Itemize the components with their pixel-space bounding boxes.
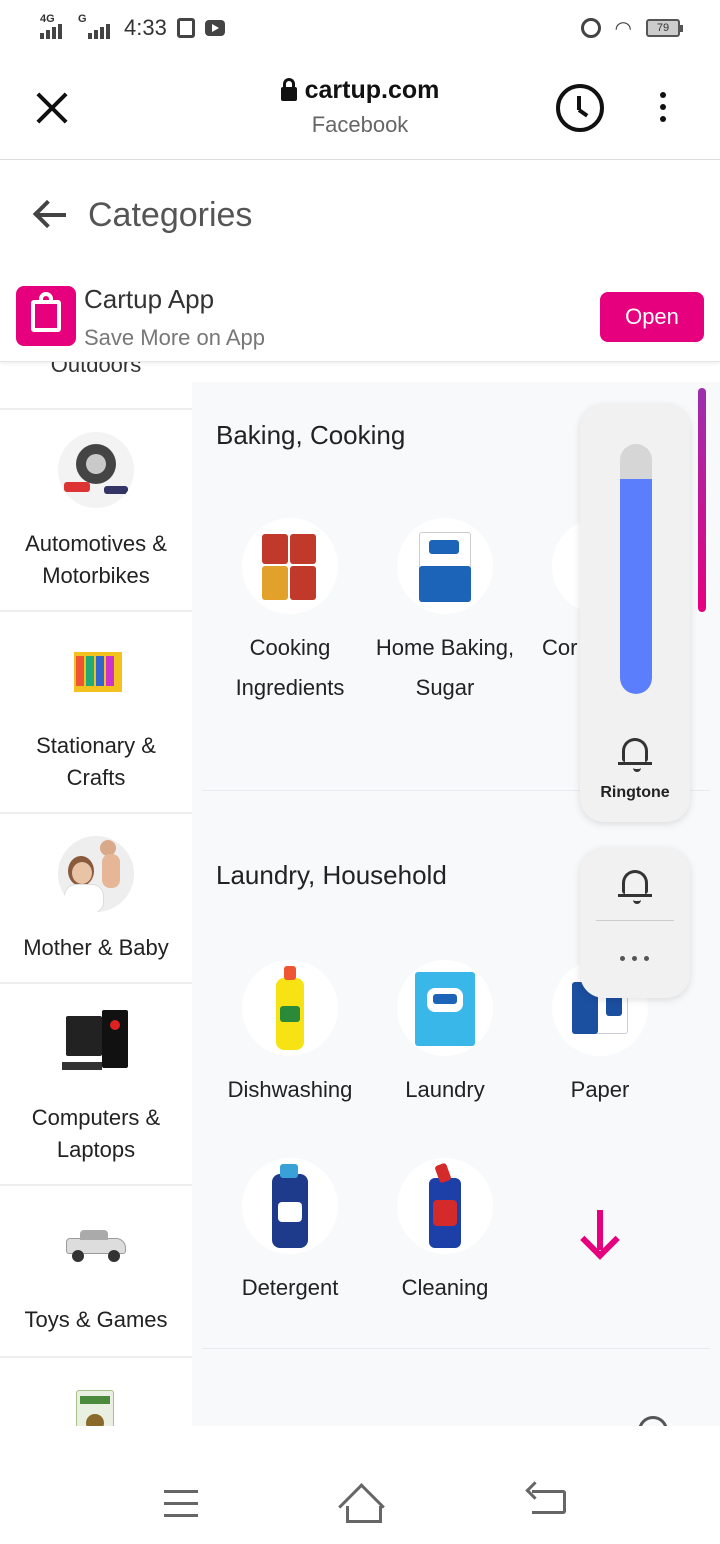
volume-label: Ringtone (600, 784, 670, 801)
mother-baby-icon (58, 836, 134, 912)
car-wheel-icon (58, 432, 134, 508)
product-label: Home Baking, Sugar (375, 635, 515, 700)
ringer-mode-bell-icon[interactable] (618, 870, 652, 904)
volume-panel: Ringtone (580, 404, 690, 822)
url-text: cartup.com (304, 76, 440, 104)
category-item-partial[interactable]: Outdoors (0, 362, 192, 410)
back-icon[interactable] (532, 1490, 566, 1514)
volume-settings-panel (580, 848, 690, 998)
page-header: Categories (0, 160, 720, 270)
signal-icon: 4G (40, 13, 62, 39)
category-item-mother-baby[interactable]: Mother & Baby (0, 814, 192, 984)
signal-icon-2: G (78, 13, 110, 39)
product-detergent[interactable]: Detergent (212, 1158, 368, 1308)
youtube-notification-icon (204, 20, 225, 36)
bell-icon[interactable] (618, 738, 652, 772)
battery-level: 79 (656, 22, 670, 34)
product-label: Laundry (405, 1077, 485, 1102)
partial-icon (638, 1416, 668, 1426)
page-title: Categories (88, 195, 253, 234)
battery-icon: 79 (646, 19, 683, 37)
lock-icon (280, 77, 297, 101)
product-dishwashing[interactable]: Dishwashing (212, 960, 368, 1110)
url-bar[interactable]: cartup.com Facebook (200, 76, 520, 138)
section-title-baking: Baking, Cooking (216, 420, 406, 450)
category-item-toys[interactable]: Toys & Games (0, 1186, 192, 1358)
product-label: Cooking Ingredients (235, 635, 345, 700)
category-item-automotives[interactable]: Automotives & Motorbikes (0, 410, 192, 612)
category-item-computers[interactable]: Computers & Laptops (0, 984, 192, 1186)
sim-icon (176, 18, 195, 38)
category-label: Automotives & Motorbikes (25, 531, 167, 588)
recent-apps-icon[interactable] (164, 1490, 198, 1526)
category-item-stationary[interactable]: Stationary & Crafts (0, 612, 192, 814)
cartup-logo-icon (16, 286, 76, 346)
detergent-bottle-icon (242, 1158, 338, 1254)
detergent-pack-icon (397, 960, 493, 1056)
volume-slider[interactable] (620, 444, 652, 694)
browser-toolbar: cartup.com Facebook (0, 56, 720, 160)
close-icon[interactable] (34, 90, 70, 126)
category-item-partial-bottom[interactable] (0, 1358, 192, 1426)
open-app-button[interactable]: Open (600, 292, 704, 342)
more-options-icon[interactable] (660, 92, 668, 128)
crayons-icon (58, 634, 134, 710)
status-bar: 4G G 4:33 ◠ 79 (0, 0, 720, 56)
system-nav-bar (0, 1426, 720, 1544)
computer-icon (58, 1006, 134, 1082)
category-label: Toys & Games (24, 1307, 168, 1332)
toy-car-icon (58, 1208, 134, 1284)
app-tagline: Save More on App (84, 325, 266, 350)
back-arrow-icon[interactable] (34, 200, 70, 230)
category-label: Outdoors (50, 362, 142, 377)
wifi-icon: ◠ (614, 17, 632, 40)
app-banner: Cartup App Save More on App Open (0, 270, 720, 362)
product-label: Detergent (241, 1275, 339, 1300)
scroll-down-arrow-icon[interactable] (580, 1210, 620, 1254)
category-label: Computers & Laptops (31, 1105, 161, 1162)
scrollbar[interactable] (698, 388, 706, 612)
category-label: Mother & Baby (23, 935, 169, 960)
more-dots-icon[interactable] (620, 956, 649, 961)
panel-divider (596, 920, 674, 921)
product-label: Dishwashing (227, 1077, 353, 1102)
product-laundry[interactable]: Laundry (367, 960, 523, 1110)
product-cleaning[interactable]: Cleaning (367, 1158, 523, 1308)
category-label: Stationary & Crafts (36, 733, 156, 790)
network-type-label: 4G (40, 13, 55, 25)
product-label: Paper (570, 1077, 630, 1102)
home-icon[interactable] (338, 1486, 384, 1523)
clock: 4:33 (124, 15, 167, 40)
dish-liquid-icon (242, 960, 338, 1056)
section-divider (202, 1348, 710, 1349)
sugar-pack-icon (397, 518, 493, 614)
product-cooking-ingredients[interactable]: Cooking Ingredients (212, 518, 368, 708)
url-subtitle: Facebook (311, 111, 409, 137)
app-name: Cartup App (84, 284, 215, 314)
network-type-label-2: G (78, 13, 87, 25)
section-title-laundry: Laundry, Household (216, 860, 447, 890)
product-label: Cleaning (401, 1275, 489, 1300)
product-pack-icon (58, 1380, 134, 1426)
alarm-icon (580, 18, 601, 38)
product-home-baking-sugar[interactable]: Home Baking, Sugar (367, 518, 523, 708)
category-sidebar: Outdoors Automotives & Motorbikes Statio… (0, 362, 192, 1426)
spice-packets-icon (242, 518, 338, 614)
history-icon[interactable] (556, 84, 604, 132)
toilet-cleaner-icon (397, 1158, 493, 1254)
volume-slider-fill (620, 479, 652, 694)
